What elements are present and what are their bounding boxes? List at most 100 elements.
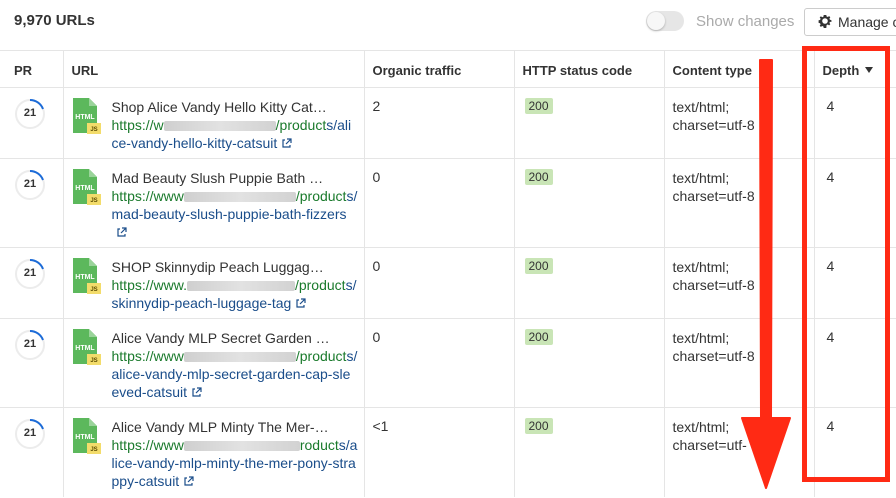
organic-traffic-cell: 0 — [364, 158, 515, 248]
column-header-http-status[interactable]: HTTP status code — [514, 50, 665, 88]
external-link-icon[interactable] — [191, 387, 202, 398]
http-status-cell: 200 — [514, 318, 665, 408]
organic-traffic-value: 2 — [372, 98, 381, 114]
html-js-file-icon: HTML JS — [72, 98, 101, 134]
organic-traffic-value: <1 — [372, 418, 389, 434]
http-status-cell: 200 — [514, 247, 665, 319]
depth-value: 4 — [826, 258, 835, 274]
gear-icon — [818, 15, 832, 28]
http-status-cell: 200 — [514, 87, 665, 159]
organic-traffic-cell: 0 — [364, 247, 515, 319]
table-row[interactable]: 21 HTML JS Mad Beauty Slush Puppie Bath … — [0, 158, 896, 248]
status-badge: 200 — [524, 329, 553, 345]
pr-value: 21 — [23, 107, 37, 119]
sort-desc-icon — [865, 67, 874, 73]
organic-traffic-cell: 0 — [364, 318, 515, 408]
column-header-depth[interactable]: Depth — [814, 50, 896, 88]
organic-traffic-value: 0 — [372, 169, 381, 185]
html-js-file-icon: HTML JS — [72, 258, 101, 294]
url-cell: HTML JS Alice Vandy MLP Minty The Mer-… … — [63, 407, 365, 497]
external-link-icon[interactable] — [281, 138, 292, 149]
show-changes-toggle[interactable] — [646, 11, 684, 31]
url-link[interactable]: https://w/products/alice-vandy-hello-kit… — [112, 116, 358, 152]
redacted-domain — [183, 441, 300, 452]
page-title: Shop Alice Vandy Hello Kitty Cat… — [111, 99, 327, 115]
url-link[interactable]: https://www/products/mad-beauty-slush-pu… — [112, 187, 358, 241]
html-js-file-icon: HTML JS — [72, 329, 101, 365]
redacted-domain — [186, 281, 295, 292]
svg-text:JS: JS — [90, 287, 97, 293]
depth-value: 4 — [826, 98, 835, 114]
redacted-domain — [163, 121, 276, 132]
url-cell: HTML JS Mad Beauty Slush Puppie Bath … h… — [63, 158, 365, 248]
svg-text:HTML: HTML — [75, 185, 95, 192]
content-type-cell: text/html; charset=utf- — [664, 407, 815, 497]
depth-value: 4 — [826, 418, 835, 434]
table-row[interactable]: 21 HTML JS Alice Vandy MLP Secret Garden… — [0, 318, 896, 408]
column-header-url[interactable]: URL — [63, 50, 365, 88]
pr-value: 21 — [23, 267, 37, 279]
content-type-cell: text/html; charset=utf-8 — [664, 158, 815, 248]
url-count: 9,970 URLs — [14, 12, 95, 29]
url-cell: HTML JS SHOP Skinnydip Peach Luggag… htt… — [63, 247, 365, 319]
depth-cell: 4 — [814, 247, 896, 319]
column-header-pr[interactable]: PR — [0, 50, 64, 88]
status-badge: 200 — [524, 418, 553, 434]
organic-traffic-value: 0 — [372, 329, 381, 345]
page-title: Mad Beauty Slush Puppie Bath … — [111, 170, 324, 186]
svg-text:HTML: HTML — [75, 114, 95, 121]
status-badge: 200 — [524, 169, 553, 185]
url-link[interactable]: https://www./products/skinnydip-peach-lu… — [112, 276, 358, 312]
depth-value: 4 — [826, 169, 835, 185]
manage-columns-button[interactable]: Manage c — [804, 8, 896, 36]
pr-value: 21 — [23, 427, 37, 439]
pr-cell: 21 — [0, 247, 64, 319]
organic-traffic-cell: 2 — [364, 87, 515, 159]
url-link[interactable]: https://www roducts/alice-vandy-mlp-minty… — [112, 436, 358, 490]
toggle-knob — [647, 12, 665, 30]
depth-value: 4 — [826, 329, 835, 345]
organic-traffic-value: 0 — [372, 258, 381, 274]
toolbar: 9,970 URLs Show changes Manage c — [0, 0, 896, 48]
table-row[interactable]: 21 HTML JS Shop Alice Vandy Hello Kitty … — [0, 87, 896, 159]
svg-text:JS: JS — [90, 198, 97, 204]
svg-text:JS: JS — [90, 127, 97, 133]
svg-text:HTML: HTML — [75, 274, 95, 281]
redacted-domain — [183, 192, 296, 203]
external-link-icon[interactable] — [116, 227, 127, 238]
pr-value: 21 — [23, 338, 37, 350]
table-row[interactable]: 21 HTML JS Alice Vandy MLP Minty The Mer… — [0, 407, 896, 497]
show-changes-label[interactable]: Show changes — [696, 13, 794, 30]
svg-text:JS: JS — [90, 447, 97, 453]
depth-cell: 4 — [814, 87, 896, 159]
url-cell: HTML JS Alice Vandy MLP Secret Garden … … — [63, 318, 365, 408]
html-js-file-icon: HTML JS — [72, 169, 101, 205]
pr-cell: 21 — [0, 407, 64, 497]
page-title: Alice Vandy MLP Secret Garden … — [111, 330, 330, 346]
status-badge: 200 — [524, 98, 553, 114]
content-type-cell: text/html; charset=utf-8 — [664, 247, 815, 319]
depth-cell: 4 — [814, 407, 896, 497]
url-link[interactable]: https://www/products/alice-vandy-mlp-sec… — [112, 347, 358, 401]
page-title: Alice Vandy MLP Minty The Mer-… — [111, 419, 329, 435]
urls-table: PR URL Organic traffic HTTP status code … — [0, 50, 896, 497]
pr-value: 21 — [23, 178, 37, 190]
depth-cell: 4 — [814, 158, 896, 248]
html-js-file-icon: HTML JS — [72, 418, 101, 454]
column-header-organic-traffic[interactable]: Organic traffic — [364, 50, 515, 88]
content-type-cell: text/html; charset=utf-8 — [664, 87, 815, 159]
pr-cell: 21 — [0, 158, 64, 248]
content-type-cell: text/html; charset=utf-8 — [664, 318, 815, 408]
page-title: SHOP Skinnydip Peach Luggag… — [111, 259, 324, 275]
external-link-icon[interactable] — [295, 298, 306, 309]
http-status-cell: 200 — [514, 158, 665, 248]
external-link-icon[interactable] — [183, 476, 194, 487]
svg-text:HTML: HTML — [75, 345, 95, 352]
organic-traffic-cell: <1 — [364, 407, 515, 497]
table-row[interactable]: 21 HTML JS SHOP Skinnydip Peach Luggag… … — [0, 247, 896, 319]
svg-text:JS: JS — [90, 358, 97, 364]
redacted-domain — [183, 352, 296, 363]
manage-label: Manage c — [838, 14, 896, 30]
column-header-content-type[interactable]: Content type — [664, 50, 815, 88]
svg-text:HTML: HTML — [75, 434, 95, 441]
